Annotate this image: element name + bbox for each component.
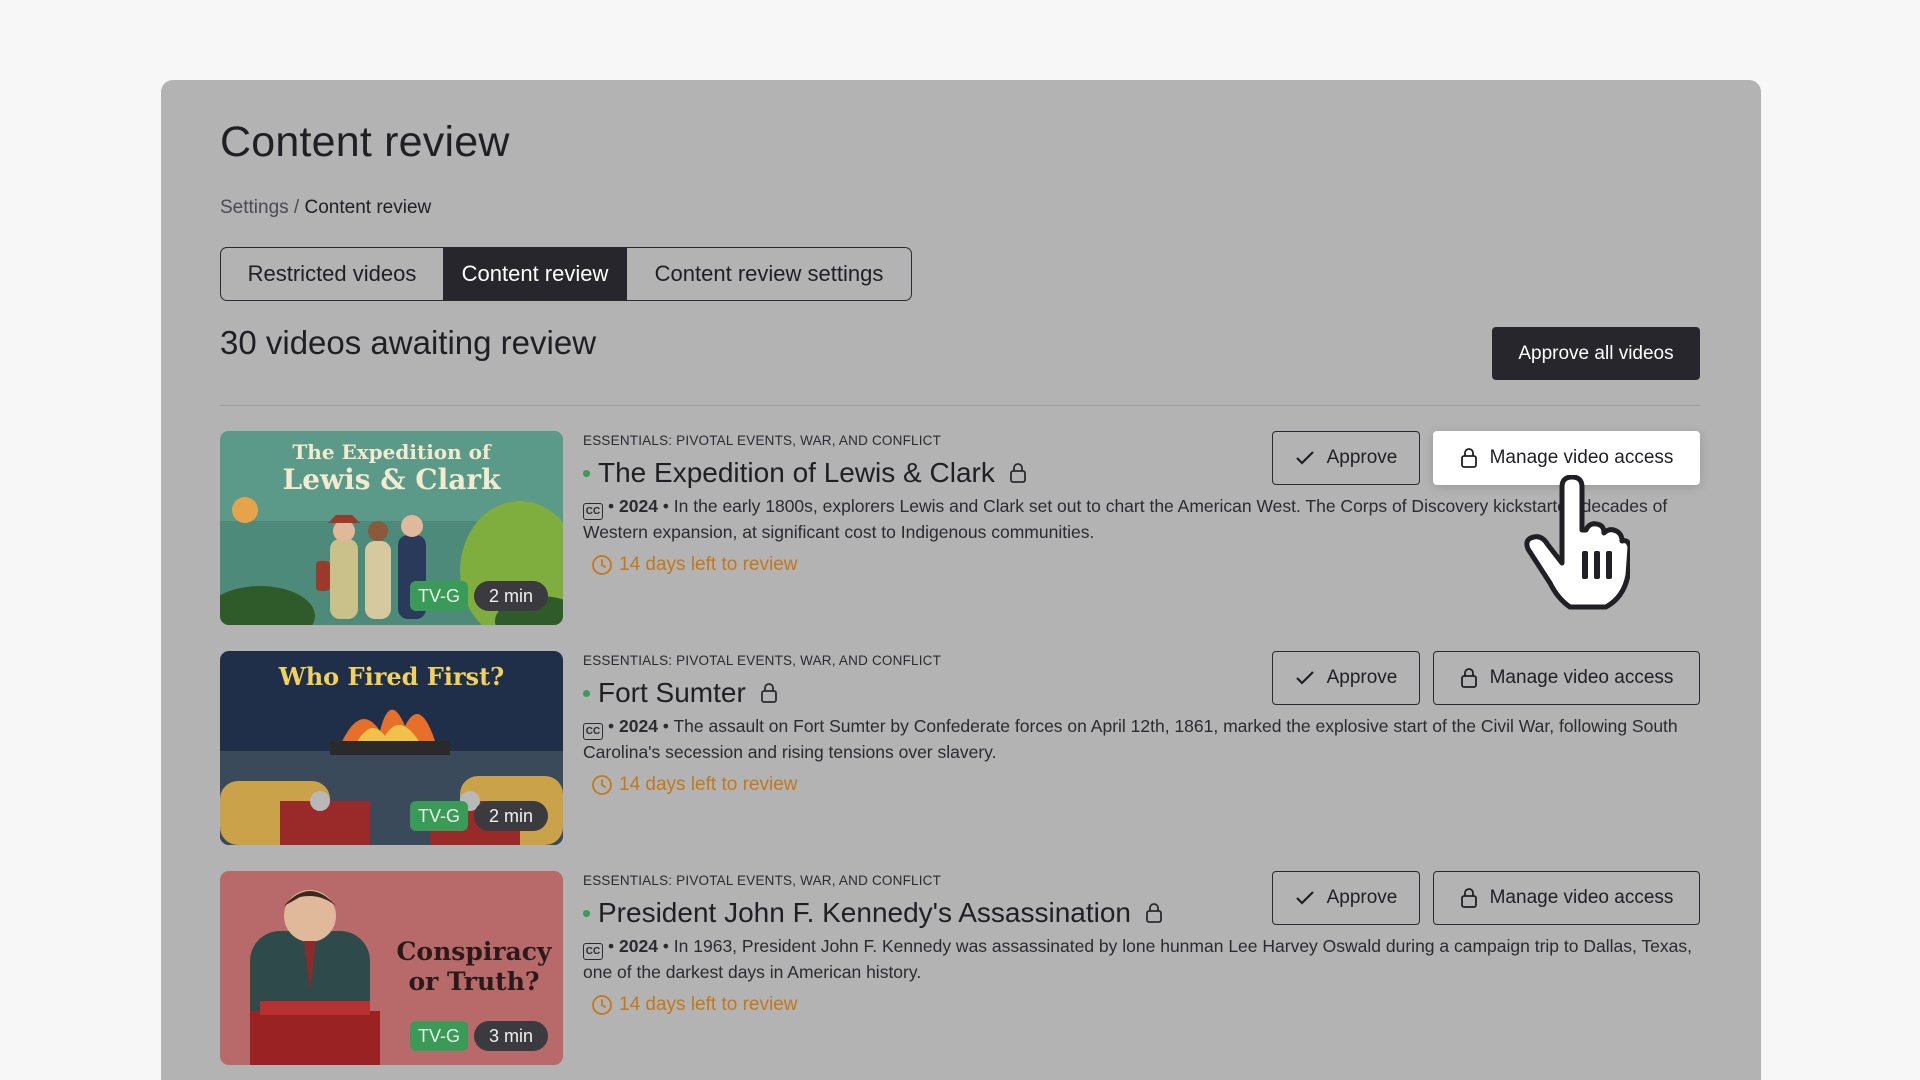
video-year: 2024 — [619, 936, 658, 956]
videos-awaiting-count: 30 videos awaiting review — [220, 324, 597, 361]
video-description: CC • 2024 • In 1963, President John F. Ke… — [583, 936, 1692, 982]
duration-badge: 2 min — [474, 581, 548, 611]
lock-icon — [1460, 448, 1477, 468]
manage-video-access-button[interactable]: Manage video access — [1433, 871, 1700, 925]
clock-icon — [592, 775, 612, 795]
duration-badge: 3 min — [474, 1021, 548, 1051]
checkmark-icon — [1295, 891, 1314, 905]
breadcrumb-settings-link[interactable]: Settings — [220, 197, 289, 218]
rating-badge: TV-G — [410, 581, 468, 611]
closed-captions-icon: CC — [583, 943, 603, 960]
page-title: Content review — [220, 118, 510, 166]
checkmark-icon — [1295, 451, 1314, 465]
lock-icon — [760, 682, 778, 704]
thumbnail-title: Conspiracy or Truth? — [385, 937, 563, 997]
review-deadline: 14 days left to review — [591, 991, 797, 1019]
rating-badge: TV-G — [410, 1021, 468, 1051]
breadcrumb: Settings / Content review — [220, 197, 431, 219]
approve-button-label: Approve — [1326, 887, 1398, 908]
manage-button-label: Manage video access — [1489, 887, 1674, 908]
rating-badge: TV-G — [410, 801, 468, 831]
video-year: 2024 — [619, 496, 658, 516]
deadline-text: 14 days left to review — [619, 994, 798, 1015]
closed-captions-icon: CC — [583, 723, 603, 740]
video-year: 2024 — [619, 716, 658, 736]
thumbnail-title-line1: Who Fired First? — [278, 662, 505, 691]
status-dot — [583, 909, 590, 917]
tab-restricted-videos[interactable]: Restricted videos — [221, 248, 443, 300]
clock-icon — [592, 555, 612, 575]
video-title-text: President John F. Kennedy's Assassinatio… — [598, 897, 1131, 928]
checkmark-icon — [1295, 671, 1314, 685]
breadcrumb-current: Content review — [304, 197, 432, 218]
status-dot — [583, 469, 590, 477]
approve-button-label: Approve — [1326, 667, 1398, 688]
review-deadline: 14 days left to review — [591, 771, 797, 799]
thumbnail-title: The Expedition of Lewis & Clark — [220, 441, 563, 497]
approve-button[interactable]: Approve — [1272, 871, 1420, 925]
tab-content-review-settings[interactable]: Content review settings — [627, 248, 911, 300]
approve-button[interactable]: Approve — [1272, 651, 1420, 705]
collection-label: ESSENTIALS: PIVOTAL EVENTS, WAR, AND CON… — [583, 873, 942, 888]
collection-label: ESSENTIALS: PIVOTAL EVENTS, WAR, AND CON… — [583, 433, 942, 448]
tab-content-review[interactable]: Content review — [443, 248, 627, 300]
thumbnail-title-line2: Lewis & Clark — [282, 463, 501, 496]
hand-pointer-cursor-icon — [1524, 475, 1630, 610]
video-thumbnail[interactable]: Conspiracy or Truth? TV-G 3 min — [220, 871, 563, 1065]
video-title[interactable]: The Expedition of Lewis & Clark — [583, 457, 1027, 489]
video-title[interactable]: President John F. Kennedy's Assassinatio… — [583, 897, 1163, 929]
video-description-text: In 1963, President John F. Kennedy was a… — [583, 936, 1692, 982]
lock-icon — [1460, 888, 1477, 908]
clock-icon — [592, 995, 612, 1015]
thumbnail-title-line1: Conspiracy — [396, 937, 552, 966]
video-thumbnail[interactable]: The Expedition of Lewis & Clark TV-G 2 m… — [220, 431, 563, 625]
thumbnail-title-line2: or Truth? — [408, 967, 540, 996]
video-row: The Expedition of Lewis & Clark TV-G 2 m… — [220, 431, 1700, 625]
approve-button[interactable]: Approve — [1272, 431, 1420, 485]
tab-bar: Restricted videos Content review Content… — [220, 247, 912, 301]
breadcrumb-separator: / — [288, 197, 305, 218]
video-title-text: The Expedition of Lewis & Clark — [598, 457, 995, 488]
divider — [220, 405, 1700, 406]
thumbnail-title-line1: The Expedition of — [292, 440, 491, 464]
closed-captions-icon: CC — [583, 503, 603, 520]
lock-icon — [1460, 668, 1477, 688]
thumbnail-title: Who Fired First? — [220, 661, 563, 693]
video-row: Conspiracy or Truth? TV-G 3 min ESSENTIA… — [220, 871, 1700, 1065]
approve-all-button[interactable]: Approve all videos — [1492, 327, 1700, 380]
video-description: CC • 2024 • The assault on Fort Sumter by… — [583, 716, 1678, 762]
video-row: Who Fired First? TV-G 2 min ESSENTIALS: … — [220, 651, 1700, 845]
manage-button-label: Manage video access — [1489, 447, 1674, 468]
approve-button-label: Approve — [1326, 447, 1398, 468]
manage-button-label: Manage video access — [1489, 667, 1674, 688]
review-deadline: 14 days left to review — [591, 551, 797, 579]
collection-label: ESSENTIALS: PIVOTAL EVENTS, WAR, AND CON… — [583, 653, 942, 668]
video-description-text: In the early 1800s, explorers Lewis and … — [583, 496, 1668, 542]
video-title-text: Fort Sumter — [598, 677, 746, 708]
duration-badge: 2 min — [474, 801, 548, 831]
status-dot — [583, 689, 590, 697]
video-title[interactable]: Fort Sumter — [583, 677, 778, 709]
video-description-text: The assault on Fort Sumter by Confederat… — [583, 716, 1678, 762]
deadline-text: 14 days left to review — [619, 554, 798, 575]
manage-video-access-button[interactable]: Manage video access — [1433, 651, 1700, 705]
lock-icon — [1009, 462, 1027, 484]
lock-icon — [1145, 902, 1163, 924]
deadline-text: 14 days left to review — [619, 774, 798, 795]
video-thumbnail[interactable]: Who Fired First? TV-G 2 min — [220, 651, 563, 845]
